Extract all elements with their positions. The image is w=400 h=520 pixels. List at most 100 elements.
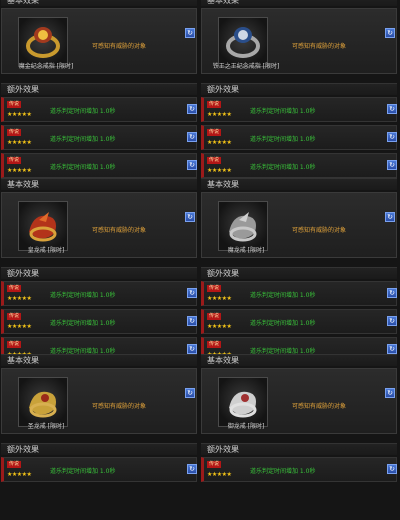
item-description: 可感知有威胁的对象 [92,403,147,410]
refresh-icon[interactable]: ↻ [387,104,397,114]
refresh-icon[interactable]: ↻ [385,28,395,38]
effect-badge: 传说 [7,101,21,108]
basic-effect-header: 基本效果 [1,354,197,366]
star-rating: ★★★★★ [7,323,32,330]
item-row: 基本效果 皇龙戒 [限时] 可感知有威胁的对象 ↻ 额外效果 传说 ★★★★★ … [0,178,400,362]
effect-row: 传说 ★★★★★ 道乐判定时间增加 1.0秒 ↻ [201,281,397,306]
extra-effect-header: 额外效果 [1,267,197,279]
effect-badge: 传说 [207,157,221,164]
effect-badge: 传说 [207,461,221,468]
effect-text: 道乐判定时间增加 1.0秒 [250,468,316,475]
item-column-left: 基本效果 魔金纪念戒指 [限时] 可感知有威胁的对象 ↻ 额外效果 传说 ★★★… [1,0,197,178]
effect-text: 道乐判定时间增加 1.0秒 [250,108,316,115]
silver-ring-icon[interactable] [218,17,268,67]
item-column-right: 基本效果 御龙戒 [限时] 可感知有威胁的对象 ↻ 额外效果 传说 ★★★★★ … [201,354,397,520]
refresh-icon[interactable]: ↻ [187,132,197,142]
effect-badge: 传说 [207,285,221,292]
item-card: 皇龙戒 [限时] 可感知有威胁的对象 ↻ [1,192,197,258]
star-rating: ★★★★★ [207,111,232,118]
item-column-left: 基本效果 皇龙戒 [限时] 可感知有威胁的对象 ↻ 额外效果 传说 ★★★★★ … [1,178,197,362]
extra-effect-header: 额外效果 [1,83,197,95]
item-description: 可感知有威胁的对象 [292,403,347,410]
basic-effect-header: 基本效果 [201,0,397,6]
refresh-icon[interactable]: ↻ [387,464,397,474]
effect-row: 传说 ★★★★★ 道乐判定时间增加 1.0秒 ↻ [201,457,397,482]
refresh-icon[interactable]: ↻ [187,344,197,354]
star-rating: ★★★★★ [7,111,32,118]
basic-effect-header: 基本效果 [1,178,197,190]
item-name: 御龙戒 [限时] [227,423,265,430]
item-name: 铁王之王纪念戒指 [限时] [212,63,280,70]
item-description: 可感知有威胁的对象 [92,227,147,234]
effect-badge: 传说 [7,157,21,164]
effect-row: 传说 ★★★★★ 道乐判定时间增加 1.0秒 ↻ [1,153,197,178]
star-rating: ★★★★★ [7,139,32,146]
refresh-icon[interactable]: ↻ [187,316,197,326]
gold-ring-icon[interactable] [18,17,68,67]
item-column-left: 基本效果 圣龙戒 [限时] 可感知有威胁的对象 ↻ 额外效果 传说 ★★★★★ … [1,354,197,520]
effect-row: 传说 ★★★★★ 道乐判定时间增加 1.0秒 ↻ [201,309,397,334]
star-rating: ★★★★★ [207,139,232,146]
item-description: 可感知有威胁的对象 [292,43,347,50]
gold-dragon-ring-icon[interactable] [18,377,68,427]
extra-effect-header: 额外效果 [1,443,197,455]
effect-row: 传说 ★★★★★ 道乐判定时间增加 1.0秒 ↻ [1,309,197,334]
effect-text: 道乐判定时间增加 1.0秒 [250,292,316,299]
star-rating: ★★★★★ [207,323,232,330]
item-card: 御龙戒 [限时] 可感知有威胁的对象 ↻ [201,368,397,434]
refresh-icon[interactable]: ↻ [187,104,197,114]
item-name: 圣龙戒 [限时] [27,423,65,430]
refresh-icon[interactable]: ↻ [387,316,397,326]
effect-row: 传说 ★★★★★ 道乐判定时间增加 1.0秒 ↻ [201,97,397,122]
effect-row: 传说 ★★★★★ 道乐判定时间增加 1.0秒 ↻ [1,281,197,306]
effect-badge: 传说 [7,461,21,468]
refresh-icon[interactable]: ↻ [387,160,397,170]
effect-row: 传说 ★★★★★ 道乐判定时间增加 1.0秒 ↻ [1,97,197,122]
effect-badge: 传说 [207,129,221,136]
star-rating: ★★★★★ [207,471,232,478]
silver-dragon-ring-icon[interactable] [218,201,268,251]
item-row: 基本效果 魔金纪念戒指 [限时] 可感知有威胁的对象 ↻ 额外效果 传说 ★★★… [0,0,400,178]
effect-badge: 传说 [7,129,21,136]
basic-effect-header: 基本效果 [201,178,397,190]
item-description: 可感知有威胁的对象 [92,43,147,50]
effect-row: 传说 ★★★★★ 道乐判定时间增加 1.0秒 ↻ [201,153,397,178]
star-rating: ★★★★★ [7,471,32,478]
effect-row: 传说 ★★★★★ 道乐判定时间增加 1.0秒 ↻ [1,457,197,482]
red-dragon-ring-icon[interactable] [18,201,68,251]
item-column-right: 基本效果 铁王之王纪念戒指 [限时] 可感知有威胁的对象 ↻ 额外效果 传说 ★… [201,0,397,178]
item-description: 可感知有威胁的对象 [292,227,347,234]
star-rating: ★★★★★ [207,167,232,174]
refresh-icon[interactable]: ↻ [185,212,195,222]
refresh-icon[interactable]: ↻ [187,160,197,170]
effect-badge: 传说 [207,341,221,348]
effect-text: 道乐判定时间增加 1.0秒 [50,164,116,171]
item-name: 魔金纪念戒指 [限时] [18,63,74,70]
effect-text: 道乐判定时间增加 1.0秒 [50,108,116,115]
effect-badge: 传说 [207,101,221,108]
effect-text: 道乐判定时间增加 1.0秒 [250,136,316,143]
effect-text: 道乐判定时间增加 1.0秒 [250,320,316,327]
refresh-icon[interactable]: ↻ [387,344,397,354]
extra-effect-header: 额外效果 [201,83,397,95]
item-name: 魔龙戒 [限时] [227,247,265,254]
refresh-icon[interactable]: ↻ [187,288,197,298]
refresh-icon[interactable]: ↻ [185,388,195,398]
item-name: 皇龙戒 [限时] [27,247,65,254]
effect-badge: 传说 [7,341,21,348]
effect-text: 道乐判定时间增加 1.0秒 [50,136,116,143]
effect-row: 传说 ★★★★★ 道乐判定时间增加 1.0秒 ↻ [201,125,397,150]
extra-effect-header: 额外效果 [201,443,397,455]
refresh-icon[interactable]: ↻ [385,388,395,398]
ring-effects-panel: 基本效果 魔金纪念戒指 [限时] 可感知有威胁的对象 ↻ 额外效果 传说 ★★★… [0,0,400,482]
item-card: 铁王之王纪念戒指 [限时] 可感知有威胁的对象 ↻ [201,8,397,74]
white-dragon-ring-icon[interactable] [218,377,268,427]
refresh-icon[interactable]: ↻ [387,288,397,298]
refresh-icon[interactable]: ↻ [185,28,195,38]
refresh-icon[interactable]: ↻ [187,464,197,474]
refresh-icon[interactable]: ↻ [385,212,395,222]
effect-row: 传说 ★★★★★ 道乐判定时间增加 1.0秒 ↻ [1,125,197,150]
refresh-icon[interactable]: ↻ [387,132,397,142]
effect-badge: 传说 [7,285,21,292]
star-rating: ★★★★★ [7,167,32,174]
